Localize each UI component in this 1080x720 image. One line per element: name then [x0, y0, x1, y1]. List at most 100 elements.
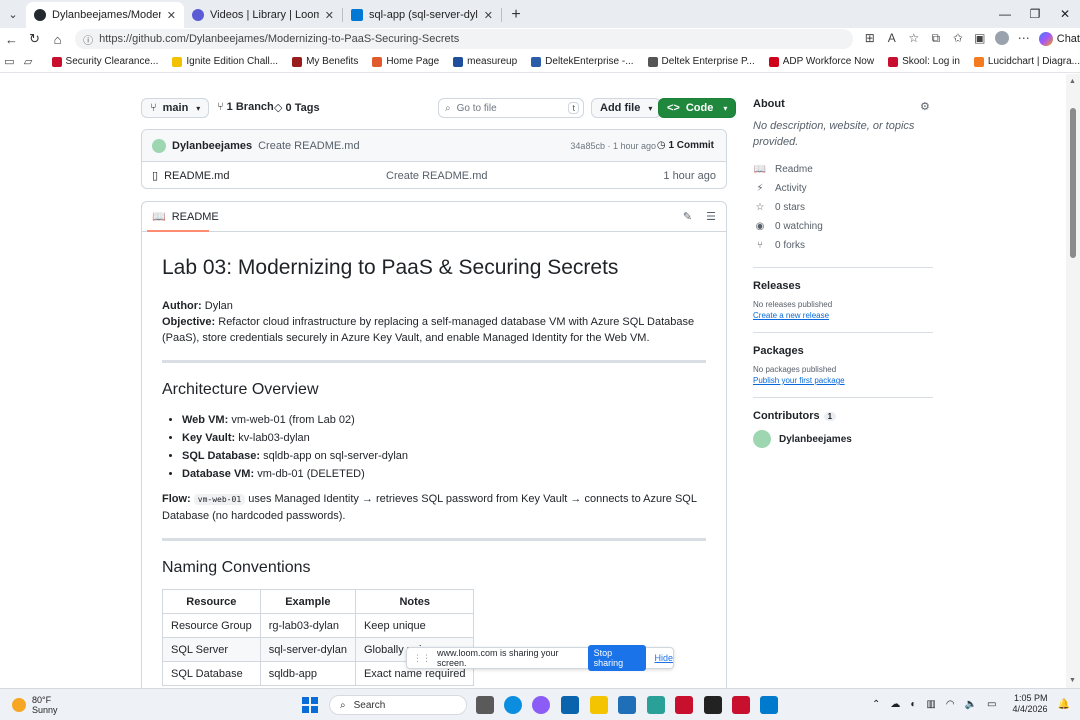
item-value: vm-web-01 (from Lab 02): [231, 414, 355, 426]
contributor-item[interactable]: Dylanbeejames: [753, 430, 933, 448]
tab-loom[interactable]: Videos | Library | Loom ✕: [184, 2, 342, 28]
sidebar-stat-link[interactable]: ⚡ Activity: [753, 179, 933, 198]
flow-code: vm-web-01: [193, 494, 246, 505]
edge-tray-icon[interactable]: ◐: [910, 699, 916, 710]
workspaces-icon[interactable]: ▭: [0, 55, 19, 68]
weather-condition: Sunny: [32, 704, 58, 715]
sidebar-stat-link[interactable]: ☆ 0 stars: [753, 198, 933, 217]
favorite-favicon-icon: [888, 56, 899, 67]
edit-pencil-icon[interactable]: ✎: [683, 210, 692, 223]
scroll-up-icon[interactable]: ▲: [1069, 78, 1076, 85]
sidebar-stat-link[interactable]: ⑂ 0 forks: [753, 236, 933, 255]
new-tab-icon[interactable]: +: [502, 2, 530, 28]
mcafee-icon[interactable]: [675, 696, 693, 714]
tab-actions-icon[interactable]: ⌄: [0, 0, 26, 28]
site-info-icon[interactable]: ⓘ: [83, 32, 93, 47]
publish-package-link[interactable]: Publish your first package: [753, 376, 933, 385]
weather-widget[interactable]: 80°F Sunny: [12, 695, 58, 715]
favorite-link[interactable]: Home Page: [372, 56, 439, 67]
page-scrollbar[interactable]: ▲ ▼: [1066, 74, 1080, 688]
packages-heading[interactable]: Packages: [753, 345, 933, 357]
add-file-button[interactable]: Add file ▾: [591, 98, 662, 118]
branch-select-button[interactable]: ⑂ main ▾: [141, 98, 210, 118]
folder-icon[interactable]: ▱: [19, 55, 38, 68]
favorite-link[interactable]: Security Clearance...: [51, 56, 158, 67]
avatar[interactable]: [152, 138, 166, 153]
go-to-file-input[interactable]: ⌕ Go to file t: [438, 98, 584, 118]
favorite-link[interactable]: measureup: [453, 56, 517, 67]
file-commit-message[interactable]: Create README.md: [386, 170, 487, 182]
notepad-icon[interactable]: [647, 696, 665, 714]
close-icon[interactable]: ✕: [325, 9, 334, 22]
releases-heading[interactable]: Releases: [753, 280, 933, 292]
copilot-chat-button[interactable]: Chat: [1038, 32, 1080, 46]
scrollbar-thumb[interactable]: [1070, 108, 1076, 258]
commit-author-link[interactable]: Dylanbeejames: [172, 140, 252, 152]
readme-tab[interactable]: README: [172, 211, 219, 223]
sidebar-stat-link[interactable]: 📖 Readme: [753, 160, 933, 179]
favorite-link[interactable]: DeltekEnterprise -...: [531, 56, 634, 67]
profile-icon[interactable]: [991, 30, 1013, 48]
close-icon[interactable]: ✕: [484, 9, 493, 22]
commit-sha[interactable]: 34a85cb · 1 hour ago: [570, 141, 656, 151]
extensions-icon[interactable]: ⧉: [925, 31, 947, 48]
favorite-link[interactable]: Skool: Log in: [888, 56, 960, 67]
favorite-link[interactable]: My Benefits: [292, 56, 358, 67]
back-icon[interactable]: ←: [0, 32, 23, 47]
apps-icon[interactable]: ⊞: [859, 31, 881, 48]
battery-icon[interactable]: ▭: [987, 699, 996, 710]
maximize-icon[interactable]: ❐: [1020, 0, 1050, 28]
minimize-icon[interactable]: —: [990, 0, 1020, 28]
outlook-icon[interactable]: [561, 696, 579, 714]
read-aloud-icon[interactable]: A: [881, 31, 903, 48]
favorite-link[interactable]: Lucidchart | Diagra...: [973, 56, 1080, 67]
commits-link[interactable]: ◷ 1 Commit: [657, 140, 714, 151]
favorite-link[interactable]: Deltek Enterprise P...: [647, 56, 755, 67]
outline-list-icon[interactable]: ☰: [706, 210, 716, 223]
tags-link[interactable]: ◇ 0 Tags: [274, 101, 320, 114]
hide-button[interactable]: Hide: [654, 653, 673, 663]
branches-link[interactable]: ⑂ 1 Branch: [217, 101, 274, 113]
chevron-up-icon[interactable]: ⌃: [872, 699, 880, 710]
create-release-link[interactable]: Create a new release: [753, 311, 933, 320]
copilot-app-icon[interactable]: [532, 696, 550, 714]
go-to-file-placeholder: Go to file: [456, 102, 497, 114]
active-tab-underline: [147, 230, 209, 232]
windows-start-icon[interactable]: [302, 697, 318, 713]
notifications-icon[interactable]: 🔔: [1058, 699, 1070, 710]
close-window-icon[interactable]: ✕: [1050, 0, 1080, 28]
more-menu-icon[interactable]: ⋯: [1013, 31, 1035, 48]
battery-saver-icon[interactable]: ▥: [926, 699, 935, 710]
wifi-icon[interactable]: ◠: [946, 699, 955, 710]
refresh-icon[interactable]: ↻: [23, 31, 46, 47]
favorites-icon[interactable]: ✩: [947, 31, 969, 48]
vscode-icon[interactable]: [760, 696, 778, 714]
favorite-star-icon[interactable]: ☆: [903, 31, 925, 48]
control-panel-icon[interactable]: [618, 696, 636, 714]
mcafee-icon[interactable]: [732, 696, 750, 714]
commit-message-link[interactable]: Create README.md: [258, 140, 359, 152]
code-button[interactable]: <> Code ▾: [658, 98, 737, 118]
tab-github[interactable]: Dylanbeejames/Modernizing-to-P ✕: [26, 2, 184, 28]
taskbar-search[interactable]: ⌕ Search: [329, 695, 467, 715]
collections-icon[interactable]: ▣: [969, 31, 991, 48]
task-view-icon[interactable]: [476, 696, 494, 714]
sidebar-stat-link[interactable]: ◉ 0 watching: [753, 217, 933, 236]
terminal-icon[interactable]: [704, 696, 722, 714]
tab-azure[interactable]: sql-app (sql-server-dylan/sql-app) ✕: [343, 2, 501, 28]
drag-handle-icon[interactable]: ⋮⋮: [413, 653, 431, 664]
file-name-link[interactable]: README.md: [164, 170, 229, 182]
url-field[interactable]: ⓘ https://github.com/Dylanbeejames/Moder…: [75, 29, 853, 49]
stop-sharing-button[interactable]: Stop sharing: [587, 645, 647, 671]
favorite-link[interactable]: ADP Workforce Now: [768, 56, 874, 67]
edge-icon[interactable]: [504, 696, 522, 714]
home-icon[interactable]: ⌂: [46, 32, 69, 47]
favorite-link[interactable]: Ignite Edition Chall...: [172, 56, 278, 67]
onedrive-icon[interactable]: ☁: [890, 699, 900, 710]
contributors-heading[interactable]: Contributors 1: [753, 410, 933, 422]
file-explorer-icon[interactable]: [590, 696, 608, 714]
close-icon[interactable]: ✕: [167, 9, 176, 22]
volume-icon[interactable]: 🔈: [965, 699, 977, 710]
clock[interactable]: 1:05 PM 4/4/2026: [1013, 693, 1048, 715]
scroll-down-icon[interactable]: ▼: [1069, 677, 1076, 684]
